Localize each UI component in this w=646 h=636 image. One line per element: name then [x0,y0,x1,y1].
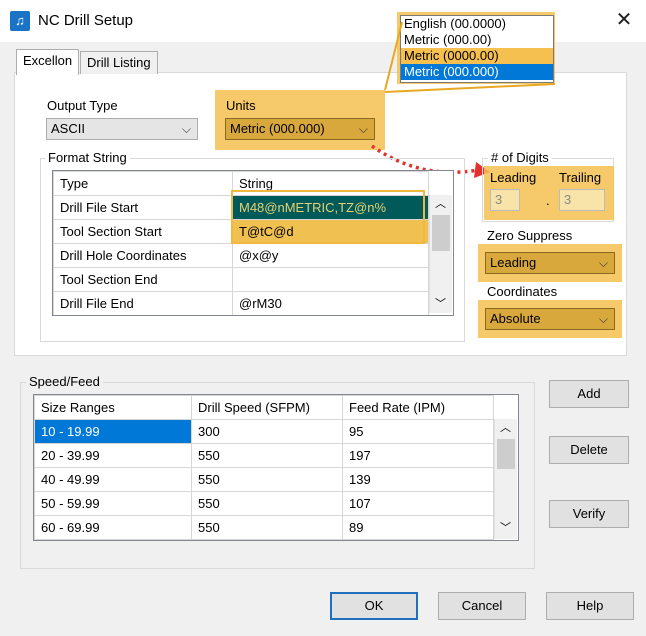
units-option-selected[interactable]: Metric (000.000) [401,64,553,80]
format-string-label: Format String [45,150,130,165]
ok-button[interactable]: OK [330,592,418,620]
format-scrollbar[interactable]: ︿ ﹀ [429,195,452,313]
table-row[interactable]: 20 - 39.99 550 197 [34,443,494,468]
output-type-select[interactable]: ASCII ⌵ [46,118,198,140]
row-string[interactable] [232,267,429,292]
row-type: Tool Section End [53,267,233,292]
add-button[interactable]: Add [549,380,629,408]
chevron-down-icon: ⌵ [598,256,608,270]
cell-drill-speed[interactable]: 550 [191,443,343,468]
cell-feed-rate[interactable]: 89 [342,515,494,540]
zero-suppress-label: Zero Suppress [487,228,573,243]
cell-size-range[interactable]: 60 - 69.99 [34,515,192,540]
cell-drill-speed[interactable]: 550 [191,515,343,540]
units-option[interactable]: English (00.0000) [401,16,553,32]
row-type: Drill Hole Coordinates [53,243,233,268]
column-header-drill-speed[interactable]: Drill Speed (SFPM) [191,395,343,420]
chevron-down-icon[interactable]: ﹀ [435,295,446,311]
speed-feed-scrollbar[interactable]: ︿ ﹀ [494,419,517,539]
column-header-size-ranges[interactable]: Size Ranges [34,395,192,420]
window-title: NC Drill Setup [38,12,134,29]
cell-size-range[interactable]: 20 - 39.99 [34,443,192,468]
coordinates-value: Absolute [490,311,541,326]
app-icon: ♫ [10,11,30,31]
speed-feed-label: Speed/Feed [26,374,103,389]
units-dropdown-list: English (00.0000) Metric (000.00) Metric… [400,15,554,83]
column-header-feed-rate[interactable]: Feed Rate (IPM) [342,395,494,420]
units-select[interactable]: Metric (000.000) ⌵ [225,118,375,140]
chevron-down-icon: ⌵ [358,122,368,136]
coordinates-label: Coordinates [487,284,558,299]
chevron-down-icon: ⌵ [181,122,191,136]
speed-feed-table: Size Ranges Drill Speed (SFPM) Feed Rate… [33,394,519,541]
cell-drill-speed[interactable]: 550 [191,491,343,516]
tab-drill-listing[interactable]: Drill Listing [80,51,158,74]
leading-label: Leading [490,170,537,185]
table-row[interactable]: Drill Hole Coordinates @x@y [53,243,429,268]
close-icon[interactable]: ✕ [612,8,636,32]
trailing-digits-input[interactable]: 3 [559,189,605,211]
row-type: Drill File Start [53,195,233,220]
chevron-up-icon[interactable]: ︿ [435,195,446,211]
table-row[interactable]: Tool Section End [53,267,429,292]
row-string[interactable]: @x@y [232,243,429,268]
string-highlight [231,190,425,244]
digits-separator: . [546,193,550,208]
trailing-label: Trailing [559,170,602,185]
scroll-thumb[interactable] [497,439,515,469]
units-option[interactable]: Metric (000.00) [401,32,553,48]
units-value: Metric (000.000) [230,121,325,136]
chevron-down-icon[interactable]: ﹀ [500,519,511,535]
verify-button[interactable]: Verify [549,500,629,528]
scroll-thumb[interactable] [432,215,450,251]
units-label: Units [226,98,256,113]
zero-suppress-value: Leading [490,255,537,270]
row-type: Drill File End [53,291,233,315]
cell-size-range[interactable]: 10 - 19.99 [34,419,192,444]
table-row[interactable]: 50 - 59.99 550 107 [34,491,494,516]
table-row[interactable]: Drill File End @rM30 [53,291,429,315]
column-header-type[interactable]: Type [53,171,233,196]
chevron-up-icon[interactable]: ︿ [500,419,511,435]
cell-size-range[interactable]: 40 - 49.99 [34,467,192,492]
cell-drill-speed[interactable]: 300 [191,419,343,444]
units-option[interactable]: Metric (0000.00) [401,48,553,64]
chevron-down-icon: ⌵ [598,312,608,326]
cancel-button[interactable]: Cancel [438,592,526,620]
cell-size-range[interactable]: 50 - 59.99 [34,491,192,516]
cell-feed-rate[interactable]: 95 [342,419,494,444]
coordinates-select[interactable]: Absolute ⌵ [485,308,615,330]
cell-drill-speed[interactable]: 550 [191,467,343,492]
cell-feed-rate[interactable]: 197 [342,443,494,468]
output-type-label: Output Type [47,98,118,113]
table-row[interactable]: 40 - 49.99 550 139 [34,467,494,492]
cell-feed-rate[interactable]: 139 [342,467,494,492]
delete-button[interactable]: Delete [549,436,629,464]
row-type: Tool Section Start [53,219,233,244]
row-string[interactable]: @rM30 [232,291,429,315]
output-type-value: ASCII [51,121,85,136]
cell-feed-rate[interactable]: 107 [342,491,494,516]
table-row[interactable]: 10 - 19.99 300 95 [34,419,494,444]
table-row[interactable]: 60 - 69.99 550 89 [34,515,494,540]
help-button[interactable]: Help [546,592,634,620]
leading-digits-input[interactable]: 3 [490,189,520,211]
digits-label: # of Digits [488,150,552,165]
tab-excellon[interactable]: Excellon [16,49,80,75]
zero-suppress-select[interactable]: Leading ⌵ [485,252,615,274]
